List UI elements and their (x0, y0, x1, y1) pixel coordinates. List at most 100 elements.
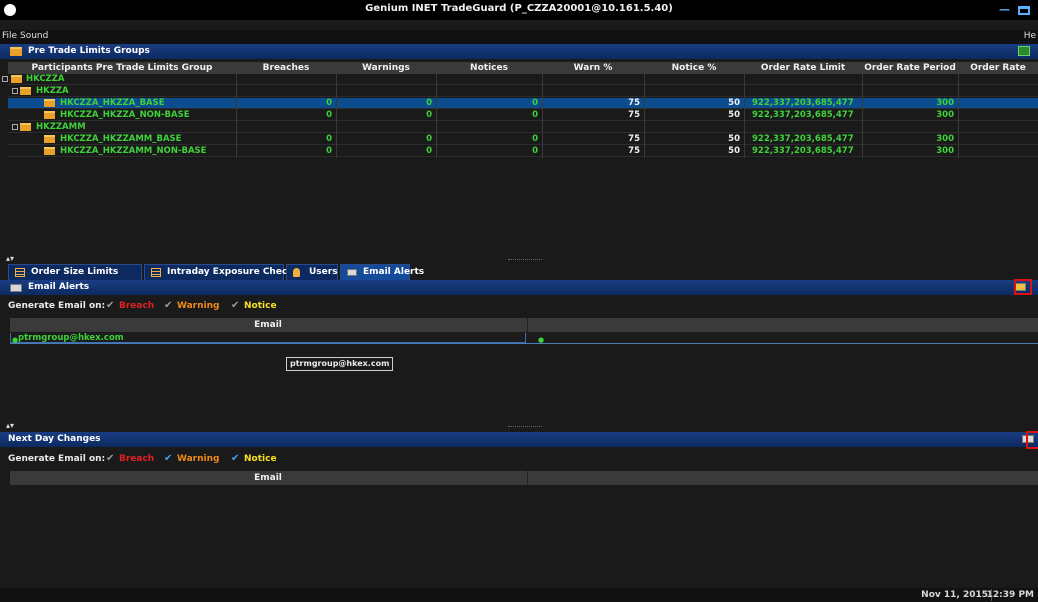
tree-label: HKZZA (36, 86, 69, 96)
col-notice-pct[interactable]: Notice % (644, 63, 744, 73)
warning-checkbox[interactable]: ✔ (164, 300, 172, 311)
maximize-icon[interactable] (1018, 6, 1030, 15)
splitter-grip[interactable] (508, 259, 542, 260)
col-warn-pct[interactable]: Warn % (542, 63, 644, 73)
group-name: HKCZZA_HKZZAMM_NON-BASE (60, 146, 207, 156)
notices-value: 0 (532, 134, 538, 144)
breach-label: Breach (119, 301, 155, 311)
col-order-rate-limit[interactable]: Order Rate Limit (744, 63, 862, 73)
table-row[interactable]: HKCZZA_HKZZA_NON-BASE 0 0 0 75 50 922,33… (8, 110, 1038, 121)
col-notices[interactable]: Notices (436, 63, 542, 73)
warning-label: Warning (177, 301, 220, 311)
menu-bar: File Sound He (0, 30, 1038, 44)
mail-icon (10, 284, 22, 292)
col-group[interactable]: Participants Pre Trade Limits Group (8, 63, 236, 73)
collapse-icon[interactable] (12, 88, 18, 94)
notice-pct-value: 50 (728, 134, 740, 144)
notices-value: 0 (532, 146, 538, 156)
order-rate-period-value: 300 (936, 146, 954, 156)
tab-label: Order Size Limits (31, 267, 119, 277)
warn-pct-value: 75 (628, 134, 640, 144)
splitter-grip[interactable] (508, 426, 542, 427)
tree-row-hkczza[interactable]: HKCZZA (2, 74, 1038, 85)
grid-icon (15, 268, 25, 277)
warn-pct-value: 75 (628, 146, 640, 156)
table-row[interactable]: HKCZZA_HKZZAMM_NON-BASE 0 0 0 75 50 922,… (8, 146, 1038, 157)
generate-email-label: Generate Email on: (8, 301, 106, 311)
warnings-value: 0 (426, 98, 432, 108)
breaches-value: 0 (326, 98, 332, 108)
warn-pct-value: 75 (628, 98, 640, 108)
notices-value: 0 (532, 98, 538, 108)
warnings-value: 0 (426, 146, 432, 156)
menu-file[interactable]: File (2, 31, 17, 41)
col-warnings[interactable]: Warnings (336, 63, 436, 73)
col-email[interactable]: Email (10, 320, 526, 330)
table-row[interactable]: HKCZZA_HKZZAMM_BASE 0 0 0 75 50 922,337,… (8, 134, 1038, 145)
notice-pct-value: 50 (728, 110, 740, 120)
col-order-rate[interactable]: Order Rate (958, 63, 1038, 73)
warn-pct-value: 75 (628, 110, 640, 120)
email-row[interactable]: ptrmgroup@hkex.com ● ● (10, 333, 1038, 344)
tree-label: HKZZAMM (36, 122, 86, 132)
tree-row-hkzza[interactable]: HKZZA (8, 86, 1038, 97)
collapse-arrows-icon[interactable]: ▴▾ (6, 254, 14, 263)
notice-label: Notice (244, 301, 277, 311)
email-alerts-options: Generate Email on: ✔ Breach ✔ Warning ✔ … (0, 300, 1038, 314)
notice-checkbox[interactable]: ✔ (231, 453, 239, 464)
tab-label: Email Alerts (363, 267, 425, 277)
breaches-value: 0 (326, 134, 332, 144)
mail-icon (347, 269, 357, 276)
email-tooltip: ptrmgroup@hkex.com (286, 357, 394, 371)
tab-intraday-exposure-check[interactable]: Intraday Exposure Check (144, 264, 293, 280)
tab-email-alerts[interactable]: Email Alerts (340, 264, 424, 280)
highlight-box (1014, 279, 1032, 295)
refresh-icon[interactable] (1018, 46, 1030, 56)
notice-checkbox[interactable]: ✔ (231, 300, 239, 311)
tab-users[interactable]: Users (286, 264, 338, 280)
warning-label: Warning (177, 454, 220, 464)
order-rate-limit-value: 922,337,203,685,477 (752, 134, 854, 144)
warnings-value: 0 (426, 134, 432, 144)
limit-group-icon (44, 99, 55, 107)
breaches-value: 0 (326, 146, 332, 156)
collapse-icon[interactable] (12, 124, 18, 130)
col-order-rate-period[interactable]: Order Rate Period (862, 63, 958, 73)
group-name: HKCZZA_HKZZAMM_BASE (60, 134, 182, 144)
table-row[interactable]: HKCZZA_HKZZA_BASE 0 0 0 75 50 922,337,20… (8, 98, 1038, 109)
notice-label: Notice (244, 454, 277, 464)
col-breaches[interactable]: Breaches (236, 63, 336, 73)
group-name: HKCZZA_HKZZA_BASE (60, 98, 165, 108)
warning-checkbox[interactable]: ✔ (164, 453, 172, 464)
limit-group-icon (44, 111, 55, 119)
menu-help[interactable]: He (1024, 31, 1036, 41)
edit-marker-icon: ● (538, 336, 545, 344)
email-value[interactable]: ptrmgroup@hkex.com (18, 333, 124, 343)
menu-sound[interactable]: Sound (20, 31, 48, 41)
notice-pct-value: 50 (728, 98, 740, 108)
generate-email-label: Generate Email on: (8, 454, 106, 464)
status-date: Nov 11, 2015 (921, 590, 988, 600)
col-email[interactable]: Email (10, 473, 526, 483)
order-rate-limit-value: 922,337,203,685,477 (752, 110, 854, 120)
next-day-title: Next Day Changes (8, 434, 101, 444)
group-folder-icon (20, 123, 31, 131)
group-folder-icon (20, 87, 31, 95)
collapse-icon[interactable] (2, 76, 8, 82)
next-day-changes-header: Next Day Changes (0, 432, 1038, 447)
collapse-arrows-icon[interactable]: ▴▾ (6, 421, 14, 430)
minimize-icon[interactable]: — (999, 3, 1010, 16)
grid-divider (958, 74, 959, 158)
folder-icon (10, 47, 22, 56)
window-title: Genium INET TradeGuard (P_CZZA20001@10.1… (365, 3, 673, 14)
pane-splitter[interactable]: ▴▾ (0, 421, 1038, 431)
grid-divider (644, 74, 645, 158)
tree-row-hkzzamm[interactable]: HKZZAMM (8, 122, 1038, 133)
email-grid-header: Email (10, 318, 1038, 332)
breach-checkbox[interactable]: ✔ (106, 300, 114, 311)
limits-section-header: Pre Trade Limits Groups (0, 44, 1038, 59)
pane-splitter[interactable]: ▴▾ (0, 254, 1038, 264)
email-alerts-title: Email Alerts (28, 282, 90, 292)
breach-checkbox[interactable]: ✔ (106, 453, 114, 464)
tab-order-size-limits[interactable]: Order Size Limits (8, 264, 142, 280)
